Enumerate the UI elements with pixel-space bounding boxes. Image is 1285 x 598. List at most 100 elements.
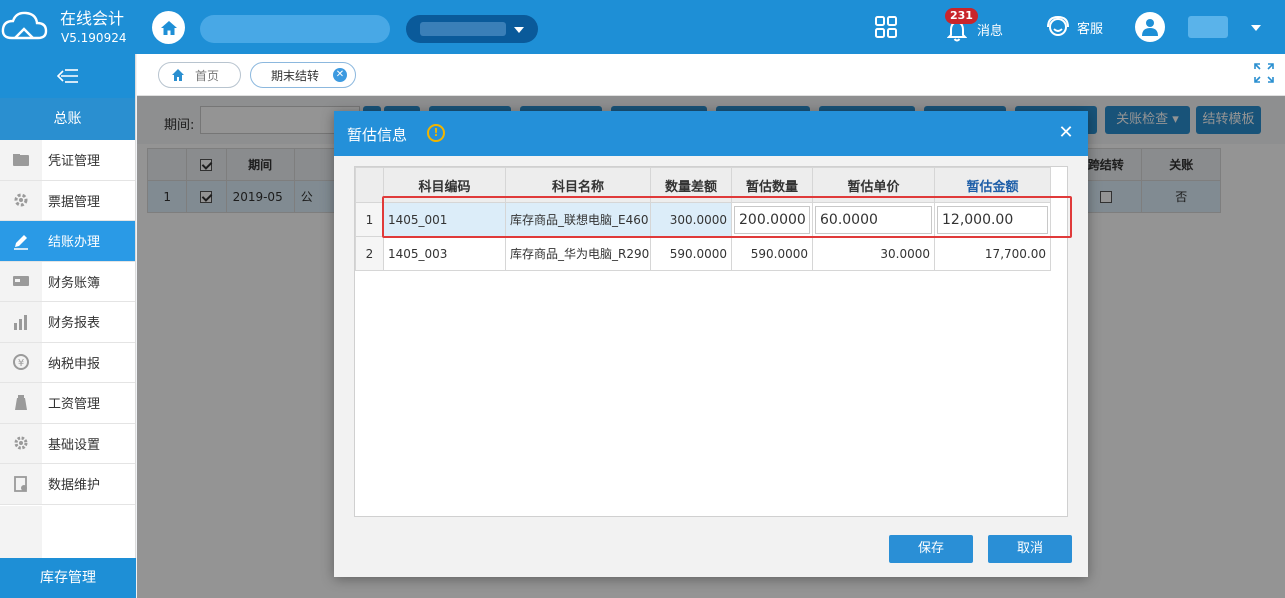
ledger-icon xyxy=(0,261,42,301)
est-amount-cell[interactable]: 17,700.00 xyxy=(934,236,1051,271)
dialog-title: 暂估信息 xyxy=(347,126,408,144)
chevron-down-icon xyxy=(514,27,524,33)
database-icon xyxy=(0,464,42,504)
customer-service-button[interactable]: 客服 xyxy=(1045,15,1115,39)
customer-service-label: 客服 xyxy=(1077,22,1104,37)
user-avatar[interactable] xyxy=(1135,12,1165,42)
column-header: 暂估单价 xyxy=(812,167,935,203)
row-number-header xyxy=(355,167,384,203)
row-number: 2 xyxy=(355,236,384,271)
table-row[interactable]: 2 1405_003 库存商品_华为电脑_R290 590.0000 590.0… xyxy=(355,236,1051,271)
sidebar-item-label: 凭证管理 xyxy=(48,154,101,170)
sidebar-item-label: 财务报表 xyxy=(48,316,101,332)
message-count-badge: 231 xyxy=(945,8,978,24)
sidebar-icon-column-fill xyxy=(0,506,42,558)
sidebar: 总账 凭证管理 票据管理 结账办理 财务账簿 财务报表 ¥ 纳税申报 工资管理 … xyxy=(0,54,136,598)
warning-icon[interactable]: ! xyxy=(427,124,445,142)
user-icon xyxy=(1142,19,1158,36)
sidebar-item-tax[interactable]: ¥ 纳税申报 xyxy=(0,342,135,383)
sidebar-group-inventory[interactable]: 库存管理 xyxy=(0,558,136,598)
top-bar: 在线会计 V5.190924 231 消息 客服 xyxy=(0,0,1285,54)
sidebar-item-closing[interactable]: 结账办理 xyxy=(0,221,135,262)
dialog-footer: 保存 取消 xyxy=(334,519,1088,577)
column-header: 科目名称 xyxy=(505,167,651,203)
account-code-cell: 1405_003 xyxy=(383,236,506,271)
tab-bar: 首页 期末结转 ✕ xyxy=(137,54,1285,96)
tab-label: 首页 xyxy=(195,68,220,83)
user-menu-chevron-icon[interactable] xyxy=(1251,25,1261,31)
est-amount-input[interactable]: 12,000.00 xyxy=(937,205,1048,234)
est-amount-cell[interactable]: 12,000.00 xyxy=(934,202,1051,237)
row-number: 1 xyxy=(355,202,384,237)
account-name-cell: 库存商品_华为电脑_R290 xyxy=(505,236,651,271)
column-header: 暂估数量 xyxy=(731,167,813,203)
est-price-input[interactable]: 60.0000 xyxy=(815,205,932,234)
home-button[interactable] xyxy=(152,11,185,44)
salary-icon xyxy=(0,383,42,423)
estimate-grid-container: 科目编码 科目名称 数量差额 暂估数量 暂估单价 暂估金额 1 1405_001… xyxy=(354,166,1068,517)
sidebar-item-settings[interactable]: 基础设置 xyxy=(0,423,135,464)
collapse-menu-icon xyxy=(56,69,78,83)
user-name-redacted[interactable] xyxy=(1188,16,1228,38)
sidebar-item-ledger[interactable]: 财务账簿 xyxy=(0,261,135,302)
sidebar-item-label: 财务账簿 xyxy=(48,275,101,291)
app-name: 在线会计 xyxy=(60,9,125,28)
tab-home[interactable]: 首页 xyxy=(158,62,241,88)
pen-icon xyxy=(0,221,42,261)
table-row[interactable]: 1 1405_001 库存商品_联想电脑_E460 300.0000 200.0… xyxy=(355,202,1051,237)
dialog-header: 暂估信息 ! ✕ xyxy=(334,111,1088,156)
invoice-icon xyxy=(0,180,42,220)
sidebar-item-reports[interactable]: 财务报表 xyxy=(0,302,135,343)
headset-icon xyxy=(1047,15,1069,36)
sidebar-item-label: 纳税申报 xyxy=(48,356,101,372)
est-qty-input[interactable]: 200.0000 xyxy=(734,205,810,234)
apps-grid-icon[interactable] xyxy=(875,16,897,38)
close-icon[interactable]: ✕ xyxy=(1054,121,1078,145)
sidebar-item-label: 数据维护 xyxy=(48,478,101,494)
column-header: 暂估金额 xyxy=(934,167,1051,203)
est-qty-cell[interactable]: 200.0000 xyxy=(731,202,813,237)
chart-icon xyxy=(0,302,42,342)
svg-text:¥: ¥ xyxy=(18,358,24,369)
estimate-grid: 科目编码 科目名称 数量差额 暂估数量 暂估单价 暂估金额 1 1405_001… xyxy=(355,167,1051,271)
voucher-icon xyxy=(0,140,42,180)
fullscreen-icon[interactable] xyxy=(1253,62,1275,84)
tab-period-end-transfer[interactable]: 期末结转 ✕ xyxy=(250,62,356,88)
sidebar-item-label: 基础设置 xyxy=(48,437,101,453)
estimate-info-dialog: 暂估信息 ! ✕ 科目编码 科目名称 数量差额 暂估数量 暂估单价 暂估金额 1… xyxy=(334,111,1088,577)
cancel-button[interactable]: 取消 xyxy=(988,535,1072,563)
est-qty-cell[interactable]: 590.0000 xyxy=(731,236,813,271)
column-header: 科目编码 xyxy=(383,167,506,203)
sidebar-group-general-ledger[interactable]: 总账 xyxy=(0,98,135,140)
grid-header-row: 科目编码 科目名称 数量差额 暂估数量 暂估单价 暂估金额 xyxy=(355,167,1051,203)
app-version: V5.190924 xyxy=(61,31,127,45)
gear-icon xyxy=(0,423,42,463)
home-icon xyxy=(172,69,184,81)
qty-diff-cell: 300.0000 xyxy=(650,202,732,237)
cloud-logo-icon xyxy=(1,11,48,40)
sidebar-item-salary[interactable]: 工资管理 xyxy=(0,383,135,424)
sidebar-item-invoice[interactable]: 票据管理 xyxy=(0,180,135,221)
company-selector[interactable] xyxy=(200,15,390,43)
account-name-cell: 库存商品_联想电脑_E460 xyxy=(505,202,651,237)
est-price-cell[interactable]: 30.0000 xyxy=(812,236,935,271)
period-selector[interactable] xyxy=(406,15,538,43)
tax-icon: ¥ xyxy=(0,342,42,382)
sidebar-toggle[interactable] xyxy=(0,54,135,98)
qty-diff-cell: 590.0000 xyxy=(650,236,732,271)
save-button[interactable]: 保存 xyxy=(889,535,973,563)
tab-label: 期末结转 xyxy=(271,68,320,83)
close-icon[interactable]: ✕ xyxy=(333,68,347,82)
messages-label: 消息 xyxy=(977,24,1004,39)
sidebar-item-label: 结账办理 xyxy=(48,235,101,251)
period-value-redacted xyxy=(420,22,506,36)
sidebar-item-label: 票据管理 xyxy=(48,194,101,210)
home-icon xyxy=(160,20,177,35)
sidebar-item-data-maintenance[interactable]: 数据维护 xyxy=(0,464,135,505)
sidebar-item-voucher[interactable]: 凭证管理 xyxy=(0,140,135,181)
sidebar-item-label: 工资管理 xyxy=(48,397,101,413)
est-price-cell[interactable]: 60.0000 xyxy=(812,202,935,237)
column-header: 数量差额 xyxy=(650,167,732,203)
account-code-cell: 1405_001 xyxy=(383,202,506,237)
messages-button[interactable]: 231 消息 xyxy=(945,8,1015,48)
